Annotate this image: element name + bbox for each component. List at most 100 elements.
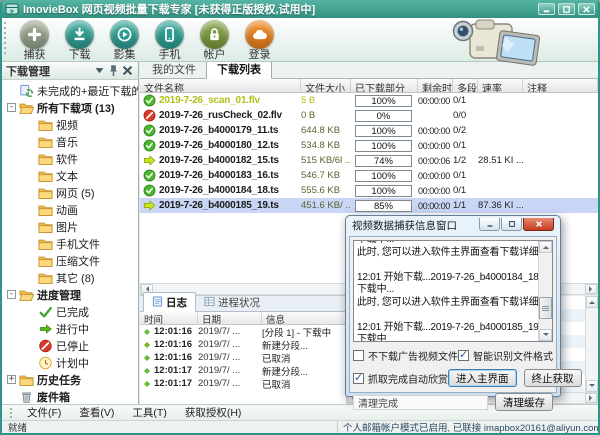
tree-item[interactable]: 网页 (5)	[2, 184, 138, 201]
toolbar-button[interactable]: 影集	[102, 18, 147, 61]
scroll-thumb[interactable]	[539, 297, 552, 319]
table-row[interactable]: 2019-7-26_scan_01.flv 5 B 100% 00:00:00 …	[140, 93, 598, 108]
scroll-down-arrow[interactable]	[586, 380, 598, 392]
toolbar-button[interactable]: 登录	[237, 18, 282, 61]
column-comment[interactable]: 注释	[523, 79, 598, 92]
clear-cache-button[interactable]: 清理缓存	[495, 393, 553, 411]
log-column-date[interactable]: 日期	[198, 312, 262, 324]
column-progress[interactable]: 已下载部分	[351, 79, 418, 92]
checkbox-box[interactable]	[458, 350, 469, 361]
close-button[interactable]	[578, 3, 595, 15]
toolbar-button[interactable]: 帐户	[192, 18, 237, 61]
log-row[interactable]: 12:01:16 2019/7/ ... 已取消	[140, 351, 346, 364]
tree-item[interactable]: 已完成	[2, 303, 138, 320]
menu-item[interactable]: 查看(V)	[70, 404, 123, 421]
tree-item[interactable]: 进行中	[2, 320, 138, 337]
tree-expander[interactable]: -	[7, 103, 16, 112]
scroll-up-arrow[interactable]	[586, 296, 598, 308]
toolbar-button[interactable]: 手机	[147, 18, 192, 61]
tree-item[interactable]: 图片	[2, 218, 138, 235]
progress-label: 85%	[356, 201, 411, 211]
tree-item[interactable]: 未完成的+最近下载的	[2, 82, 138, 99]
dialog-maximize-button[interactable]	[501, 218, 522, 231]
scroll-down-arrow[interactable]	[539, 329, 552, 341]
log-row[interactable]: 12:01:16 2019/7/ ... [分段 1] - 下载中	[140, 325, 346, 338]
menu-item[interactable]: 工具(T)	[123, 404, 175, 421]
tree-item[interactable]: 计划中	[2, 354, 138, 371]
scroll-right-arrow[interactable]	[585, 393, 597, 403]
toolbar-grip[interactable]	[4, 22, 6, 57]
tree-item[interactable]: 视频	[2, 116, 138, 133]
log-row[interactable]: 12:01:17 2019/7/ ... 新建分段...	[140, 364, 346, 377]
tree-item[interactable]: 音乐	[2, 133, 138, 150]
stop-capture-button[interactable]: 终止获取	[524, 369, 582, 387]
dialog-log-line: 下载中...	[357, 284, 535, 297]
sidebar-title: 下载管理	[6, 63, 92, 79]
table-row[interactable]: 2019-7-26_b4000182_15.ts 515 KB/6l ... 7…	[140, 153, 598, 168]
tree-item[interactable]: 废件箱	[2, 388, 138, 404]
tree-item[interactable]: 手机文件	[2, 235, 138, 252]
tree-item[interactable]: 文本	[2, 167, 138, 184]
checkbox-box[interactable]	[353, 350, 364, 361]
camcorder-illustration	[446, 18, 546, 64]
log-row[interactable]: 12:01:17 2019/7/ ... 已取消	[140, 377, 346, 390]
table-row[interactable]: 2019-7-26_b4000183_16.ts 546.7 KB 100% 0…	[140, 168, 598, 183]
checkbox-label: 抓取完成自动欣赏	[368, 371, 448, 386]
minimize-button[interactable]	[538, 3, 555, 15]
table-row[interactable]: 2019-7-26_b4000185_19.ts 451.6 KB/ ... 8…	[140, 198, 598, 213]
tab-process-status[interactable]: 进程状况	[196, 293, 268, 311]
toolbar-button[interactable]: 下载	[57, 18, 102, 61]
menu-item[interactable]: 文件(F)	[18, 404, 70, 421]
table-row[interactable]: 2019-7-26_b4000180_12.ts 534.8 KB 100% 0…	[140, 138, 598, 153]
diamond-icon	[143, 380, 151, 388]
file-name: 2019-7-26_b4000182_15.ts	[159, 155, 279, 166]
table-row[interactable]: 2019-7-26_rusCheck_02.flv 0 B 0% 0/0	[140, 108, 598, 123]
tree-item[interactable]: - 所有下载项 (13)	[2, 99, 138, 116]
checkbox-box[interactable]	[353, 373, 364, 384]
column-speed[interactable]: 速率	[478, 79, 523, 92]
checkbox-auto-view[interactable]: 抓取完成自动欣赏	[353, 371, 448, 386]
segments: 0/1	[453, 140, 478, 151]
menu-item[interactable]: 获取授权(H)	[176, 404, 251, 421]
column-timeleft[interactable]: 剩余时间	[418, 79, 453, 92]
tree-expander[interactable]: +	[7, 375, 16, 384]
column-segments[interactable]: 多段	[453, 79, 478, 92]
log-row[interactable]: 12:01:16 2019/7/ ... 新建分段...	[140, 338, 346, 351]
panel-close-icon[interactable]	[121, 65, 134, 77]
tree-item[interactable]: 其它 (8)	[2, 269, 138, 286]
tree-item[interactable]: 压缩文件	[2, 252, 138, 269]
log-column-info[interactable]: 信息	[262, 312, 346, 324]
scroll-up-arrow[interactable]	[539, 241, 552, 253]
progress-label: 74%	[356, 156, 411, 166]
scroll-right-arrow[interactable]	[585, 284, 597, 294]
right-pane-vscrollbar[interactable]	[585, 296, 598, 392]
enter-main-button[interactable]: 进入主界面	[448, 369, 517, 387]
maximize-button[interactable]	[558, 3, 575, 15]
column-filename[interactable]: 文件名称	[140, 79, 301, 92]
checkbox-no-ads[interactable]: 不下载广告视频文件	[353, 348, 458, 363]
tab-log[interactable]: 日志	[143, 292, 196, 312]
log-info: 已取消	[262, 351, 346, 365]
dialog-close-button[interactable]	[523, 218, 554, 231]
pin-icon[interactable]	[107, 65, 120, 77]
sync-icon	[19, 84, 34, 98]
chevron-down-icon[interactable]	[93, 65, 106, 77]
tree-item[interactable]: 软件	[2, 150, 138, 167]
toolbar-button[interactable]: 捕获	[12, 18, 57, 61]
tree-item[interactable]: 动画	[2, 201, 138, 218]
tree-expander[interactable]: -	[7, 290, 16, 299]
tree-item[interactable]: - 进度管理	[2, 286, 138, 303]
dialog-minimize-button[interactable]	[479, 218, 500, 231]
progress-bar: 85%	[355, 200, 412, 212]
cleanup-status-field[interactable]: 清理完成	[353, 395, 488, 410]
dialog-vscrollbar[interactable]	[538, 241, 552, 341]
log-column-time[interactable]: 时间	[140, 312, 198, 324]
log-header: 时间 日期 信息	[140, 312, 346, 325]
tree-item[interactable]: 已停止	[2, 337, 138, 354]
menubar-grip[interactable]	[10, 408, 12, 418]
column-filesize[interactable]: 文件大小	[301, 79, 351, 92]
table-row[interactable]: 2019-7-26_b4000184_18.ts 555.6 KB 100% 0…	[140, 183, 598, 198]
table-row[interactable]: 2019-7-26_b4000179_11.ts 644.8 KB 100% 0…	[140, 123, 598, 138]
checkbox-smart-format[interactable]: 智能识别文件格式	[458, 348, 553, 363]
tree-item[interactable]: + 历史任务	[2, 371, 138, 388]
